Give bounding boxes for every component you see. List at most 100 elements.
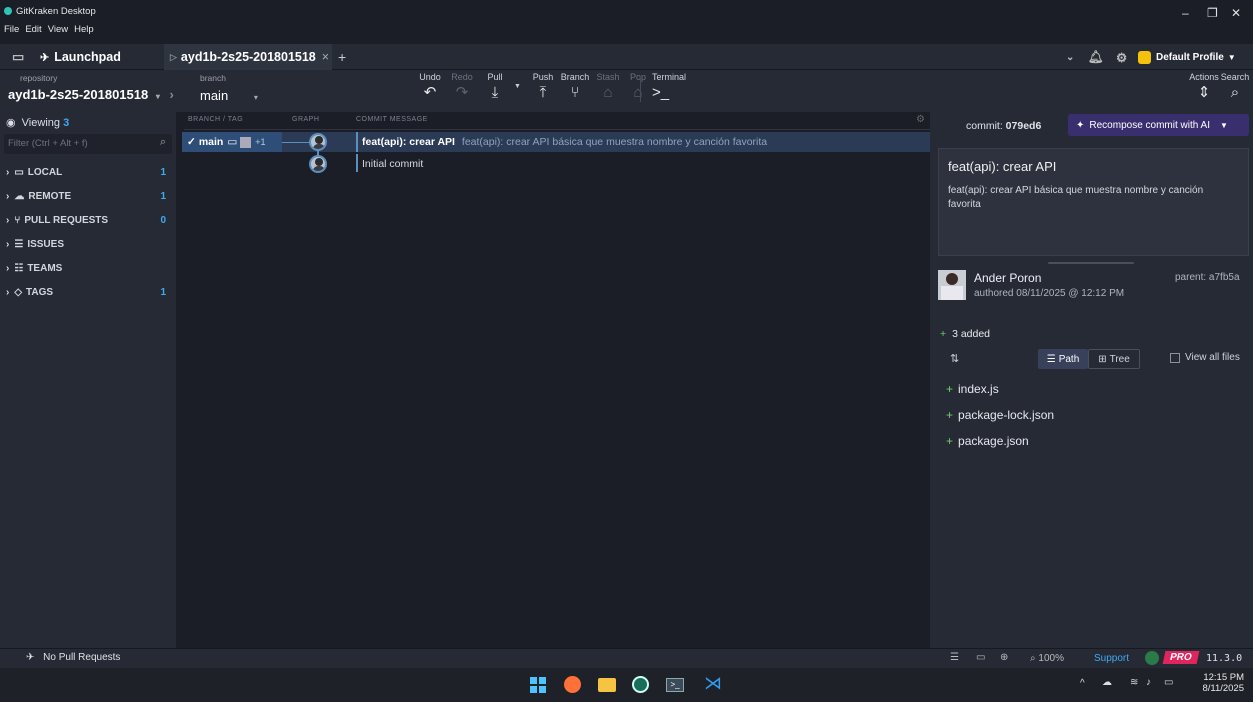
sidebar-item-tags[interactable]: › ◇ TAGS 1 — [0, 280, 176, 304]
file-item[interactable]: + package-lock.json — [946, 408, 1054, 422]
commit-message[interactable]: Initial commit — [362, 158, 423, 170]
pop-icon: ⌂ — [633, 84, 643, 101]
column-settings-icon[interactable]: ⚙ — [916, 114, 925, 125]
keyboard-icon[interactable]: ▭ — [976, 652, 985, 663]
folder-icon[interactable]: ▭ — [12, 44, 24, 70]
branch-selector[interactable]: main ▾ — [200, 88, 258, 103]
chevron-right-icon: › — [6, 262, 10, 274]
tab-repo[interactable]: ▷ ayd1b-2s25-201801518 × — [164, 44, 332, 70]
pull-button[interactable]: Pull ⤓ — [477, 72, 513, 101]
terminal-icon: >_ — [652, 84, 670, 101]
chevron-up-icon[interactable]: ^ — [1080, 678, 1085, 689]
notification-icon[interactable]: 🔔︎ — [1088, 44, 1104, 70]
view-all-files-checkbox[interactable]: View all files — [1170, 352, 1240, 363]
play-icon: ▷ — [170, 51, 177, 62]
commit-avatar[interactable] — [309, 155, 327, 173]
close-icon[interactable]: ✕ — [1231, 6, 1241, 20]
title-bar: GitKraken Desktop File Edit View Help – … — [0, 0, 1253, 44]
close-tab-icon[interactable]: × — [322, 50, 329, 64]
sidebar-item-teams[interactable]: › ☷ TEAMS — [0, 256, 176, 280]
sidebar-item-pull-requests[interactable]: › ⑂ PULL REQUESTS 0 — [0, 208, 176, 232]
sort-icon[interactable]: ⇅ — [950, 352, 959, 365]
list-view-icon[interactable]: ☰ — [950, 652, 959, 663]
redo-button[interactable]: Redo ↷ — [444, 72, 480, 101]
terminal-button[interactable]: Terminal >_ — [652, 72, 696, 101]
column-header-message[interactable]: COMMIT MESSAGE — [356, 116, 428, 123]
caret-down-icon: ▾ — [253, 93, 258, 102]
commit-sha[interactable]: commit: 079ed6 — [966, 120, 1041, 132]
wifi-icon[interactable]: ≋ — [1130, 677, 1138, 688]
grid-icon[interactable]: ⊕ — [1000, 652, 1008, 663]
sidebar-item-issues[interactable]: › ☰ ISSUES — [0, 232, 176, 256]
commit-avatar[interactable] — [309, 133, 327, 151]
kraken-icon — [1145, 651, 1159, 665]
window-title: GitKraken Desktop — [16, 6, 96, 17]
remote-avatar-icon — [240, 136, 252, 148]
resize-handle[interactable] — [1048, 262, 1134, 264]
tree-view-button[interactable]: ⊞ Tree — [1088, 349, 1140, 369]
recompose-button[interactable]: ✦ Recompose commit with AI ▼ — [1068, 114, 1249, 136]
list-icon: ☰ — [14, 238, 24, 250]
zoom-level[interactable]: ⌕ 100% — [1030, 653, 1064, 664]
chevron-right-icon: › — [6, 190, 10, 202]
add-tab-button[interactable]: + — [338, 44, 346, 70]
list-icon: ☰ — [1046, 353, 1056, 365]
pro-badge[interactable]: PRO — [1162, 651, 1200, 664]
search-icon: ⌕ — [1230, 84, 1240, 101]
cloud-icon[interactable]: ☁ — [1102, 677, 1112, 688]
checkbox-icon — [1170, 352, 1180, 363]
vscode-icon[interactable]: ⋊ — [704, 673, 722, 694]
undo-button[interactable]: Undo ↶ — [412, 72, 448, 101]
menu-help[interactable]: Help — [74, 24, 94, 35]
gear-icon[interactable]: ⚙ — [1116, 44, 1127, 70]
branch-label: branch — [200, 73, 226, 83]
support-link[interactable]: Support — [1094, 653, 1129, 664]
sidebar-item-local[interactable]: › ▭ LOCAL 1 — [0, 160, 176, 184]
plus-icon: + — [946, 434, 954, 448]
sidebar-item-remote[interactable]: › ☁ REMOTE 1 — [0, 184, 176, 208]
caret-down-icon: ▾ — [155, 92, 160, 101]
commit-title: feat(api): crear API — [948, 159, 1057, 174]
toolbar: repository ayd1b-2s25-201801518 ▾ › bran… — [0, 70, 1253, 112]
plus-icon: + — [940, 328, 947, 340]
filter-input[interactable]: Filter (Ctrl + Alt + f) ⌕ — [4, 134, 172, 154]
volume-icon[interactable]: ♪ — [1146, 677, 1151, 688]
path-view-button[interactable]: ☰ Path — [1038, 349, 1088, 369]
minimize-icon[interactable]: – — [1182, 6, 1189, 20]
parent-sha[interactable]: parent: a7fb5a — [1175, 272, 1240, 283]
firefox-icon[interactable] — [564, 676, 581, 693]
menu-edit[interactable]: Edit — [25, 24, 41, 35]
file-item[interactable]: + index.js — [946, 382, 999, 396]
push-icon: ⤒ — [539, 84, 547, 101]
search-button[interactable]: Search ⌕ — [1217, 72, 1253, 101]
chevron-down-icon[interactable]: ⌄ — [1066, 44, 1074, 70]
pull-options-icon[interactable]: ▼ — [514, 83, 521, 90]
column-header-branch[interactable]: BRANCH / TAG — [188, 116, 243, 123]
commit-message-box[interactable]: feat(api): crear API feat(api): crear AP… — [938, 148, 1249, 256]
file-explorer-icon[interactable] — [598, 678, 616, 692]
menu-file[interactable]: File — [4, 24, 19, 35]
file-item[interactable]: + package.json — [946, 434, 1029, 448]
push-button[interactable]: Push ⤒ — [525, 72, 561, 101]
no-pull-requests[interactable]: ✈ No Pull Requests — [26, 652, 120, 663]
tab-launchpad[interactable]: ✈ Launchpad — [40, 44, 121, 70]
profile-selector[interactable]: Default Profile ▼ — [1138, 44, 1236, 70]
commit-details-panel: commit: 079ed6 ✦ Recompose commit with A… — [930, 112, 1253, 648]
windows-start-icon[interactable] — [530, 677, 546, 693]
clock[interactable]: 12:15 PM 8/11/2025 — [1196, 672, 1244, 694]
rocket-icon: ✈ — [26, 652, 35, 663]
commit-message[interactable]: feat(api): crear API feat(api): crear AP… — [362, 136, 767, 148]
menu-view[interactable]: View — [48, 24, 68, 35]
viewing-indicator[interactable]: ◉ Viewing 3 — [6, 116, 69, 129]
branch-button[interactable]: Branch ⑂ — [557, 72, 593, 101]
terminal-taskbar-icon[interactable]: >_ — [666, 678, 684, 692]
battery-icon[interactable]: ▭ — [1164, 677, 1173, 688]
branch-ref-main[interactable]: ✓ main ▭ +1 — [182, 132, 282, 152]
repo-selector[interactable]: ayd1b-2s25-201801518 ▾ › — [8, 87, 174, 102]
gitkraken-taskbar-icon[interactable] — [632, 676, 649, 693]
author-avatar — [938, 270, 966, 300]
restore-icon[interactable]: ❐ — [1207, 6, 1218, 20]
pop-button[interactable]: Pop ⌂ — [620, 72, 656, 101]
column-header-graph[interactable]: GRAPH — [292, 116, 319, 123]
cloud-icon: ☁ — [14, 190, 25, 202]
